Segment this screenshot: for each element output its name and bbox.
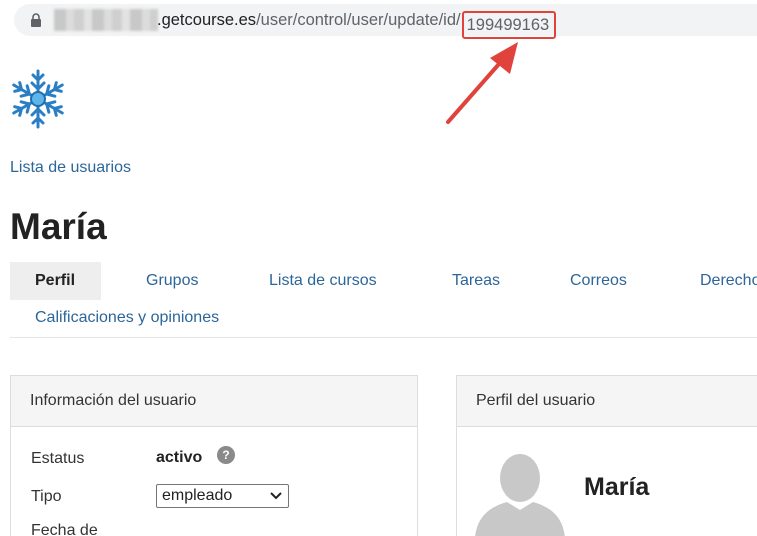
breadcrumb-user-list-link[interactable]: Lista de usuarios xyxy=(10,159,131,177)
type-label: Tipo xyxy=(31,488,62,505)
tab-calificaciones-y-opiniones[interactable]: Calificaciones y opiniones xyxy=(35,299,219,337)
annotation-arrow-icon xyxy=(446,42,518,124)
date-label: Fecha de xyxy=(31,522,98,536)
address-bar[interactable]: .getcourse.es/user/control/user/update/i… xyxy=(14,4,757,39)
chevron-down-icon xyxy=(270,492,282,500)
tab-correos[interactable]: Correos xyxy=(570,262,627,300)
tab-derechos[interactable]: Derechos xyxy=(700,262,757,300)
help-icon[interactable]: ? xyxy=(217,446,235,464)
user-profile-panel-header: Perfil del usuario xyxy=(457,376,757,427)
user-type-select[interactable]: empleado xyxy=(156,484,289,508)
avatar-placeholder-icon[interactable] xyxy=(475,448,565,536)
user-info-panel: Información del usuario Estatus activo ?… xyxy=(10,375,418,536)
user-profile-panel: Perfil del usuario María xyxy=(456,375,757,536)
tab-tareas[interactable]: Tareas xyxy=(452,262,500,300)
profile-name: María xyxy=(584,473,650,501)
status-label: Estatus xyxy=(31,450,85,467)
tabs-divider xyxy=(10,337,757,338)
user-info-panel-header: Información del usuario xyxy=(11,376,417,427)
page-title: María xyxy=(10,206,107,247)
tab-lista-de-cursos[interactable]: Lista de cursos xyxy=(269,262,377,300)
browser-toolbar: .getcourse.es/user/control/user/update/i… xyxy=(0,0,757,42)
lock-icon[interactable] xyxy=(30,13,42,27)
tab-perfil[interactable]: Perfil xyxy=(10,262,101,300)
url-host: .getcourse.es xyxy=(157,11,257,29)
url-blurred-subdomain xyxy=(54,9,158,31)
status-value: activo xyxy=(156,449,203,466)
url-id: 199499163 xyxy=(466,16,550,34)
url-path: /user/control/user/update/id/ xyxy=(256,11,461,29)
user-type-select-value: empleado xyxy=(162,487,233,504)
tab-grupos[interactable]: Grupos xyxy=(146,262,198,300)
profile-tabs: Perfil Grupos Lista de cursos Tareas Cor… xyxy=(10,262,757,338)
snowflake-icon[interactable] xyxy=(8,66,68,132)
